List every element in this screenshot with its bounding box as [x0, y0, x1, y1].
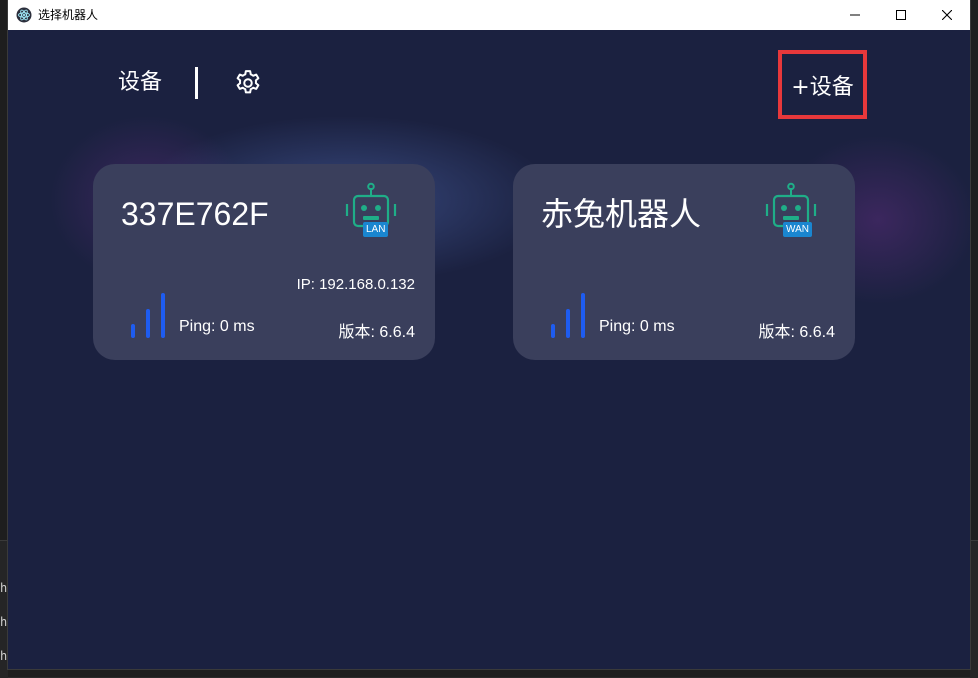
device-version: 版本: 6.6.4	[758, 324, 835, 341]
window-title: 选择机器人	[38, 8, 99, 22]
title-bar[interactable]: 选择机器人	[8, 0, 970, 30]
close-icon	[942, 10, 952, 20]
main-content: 设备 +设备 337E762F LAN IP: 192.168.0.132 Pi…	[8, 30, 970, 669]
device-ping: Ping: 0 ms	[179, 318, 255, 335]
app-window: 选择机器人 设备 +设备 337E762F LAN IP: 192.168.0.…	[8, 0, 970, 669]
device-version: 版本: 6.6.4	[338, 324, 415, 341]
background-window-right-edge	[970, 540, 978, 678]
minimize-icon	[850, 14, 860, 16]
signal-strength-icon	[131, 293, 165, 338]
minimize-button[interactable]	[832, 0, 878, 30]
connection-badge: WAN	[783, 222, 812, 237]
electron-atom-icon	[16, 7, 32, 23]
background-window-left-edge: h h h	[0, 540, 8, 678]
device-card[interactable]: 337E762F LAN IP: 192.168.0.132 Ping: 0 m…	[93, 164, 435, 360]
gear-icon[interactable]	[233, 68, 263, 98]
edge-glyph: h	[0, 615, 8, 629]
device-name: 337E762F	[121, 196, 269, 232]
edge-glyph: h	[0, 649, 8, 663]
add-device-button[interactable]: +设备	[778, 50, 867, 119]
maximize-button[interactable]	[878, 0, 924, 30]
nav-divider	[195, 67, 198, 99]
device-name: 赤兔机器人	[541, 196, 702, 232]
device-ip: IP: 192.168.0.132	[296, 276, 415, 293]
edge-glyph: h	[0, 581, 8, 595]
signal-strength-icon	[551, 293, 585, 338]
nav-devices-tab[interactable]: 设备	[118, 68, 162, 98]
device-card[interactable]: 赤兔机器人 WAN Ping: 0 ms 版本: 6.6.4	[513, 164, 855, 360]
device-ping: Ping: 0 ms	[599, 318, 675, 335]
connection-badge: LAN	[363, 222, 389, 237]
close-button[interactable]	[924, 0, 970, 30]
maximize-icon	[896, 10, 906, 20]
